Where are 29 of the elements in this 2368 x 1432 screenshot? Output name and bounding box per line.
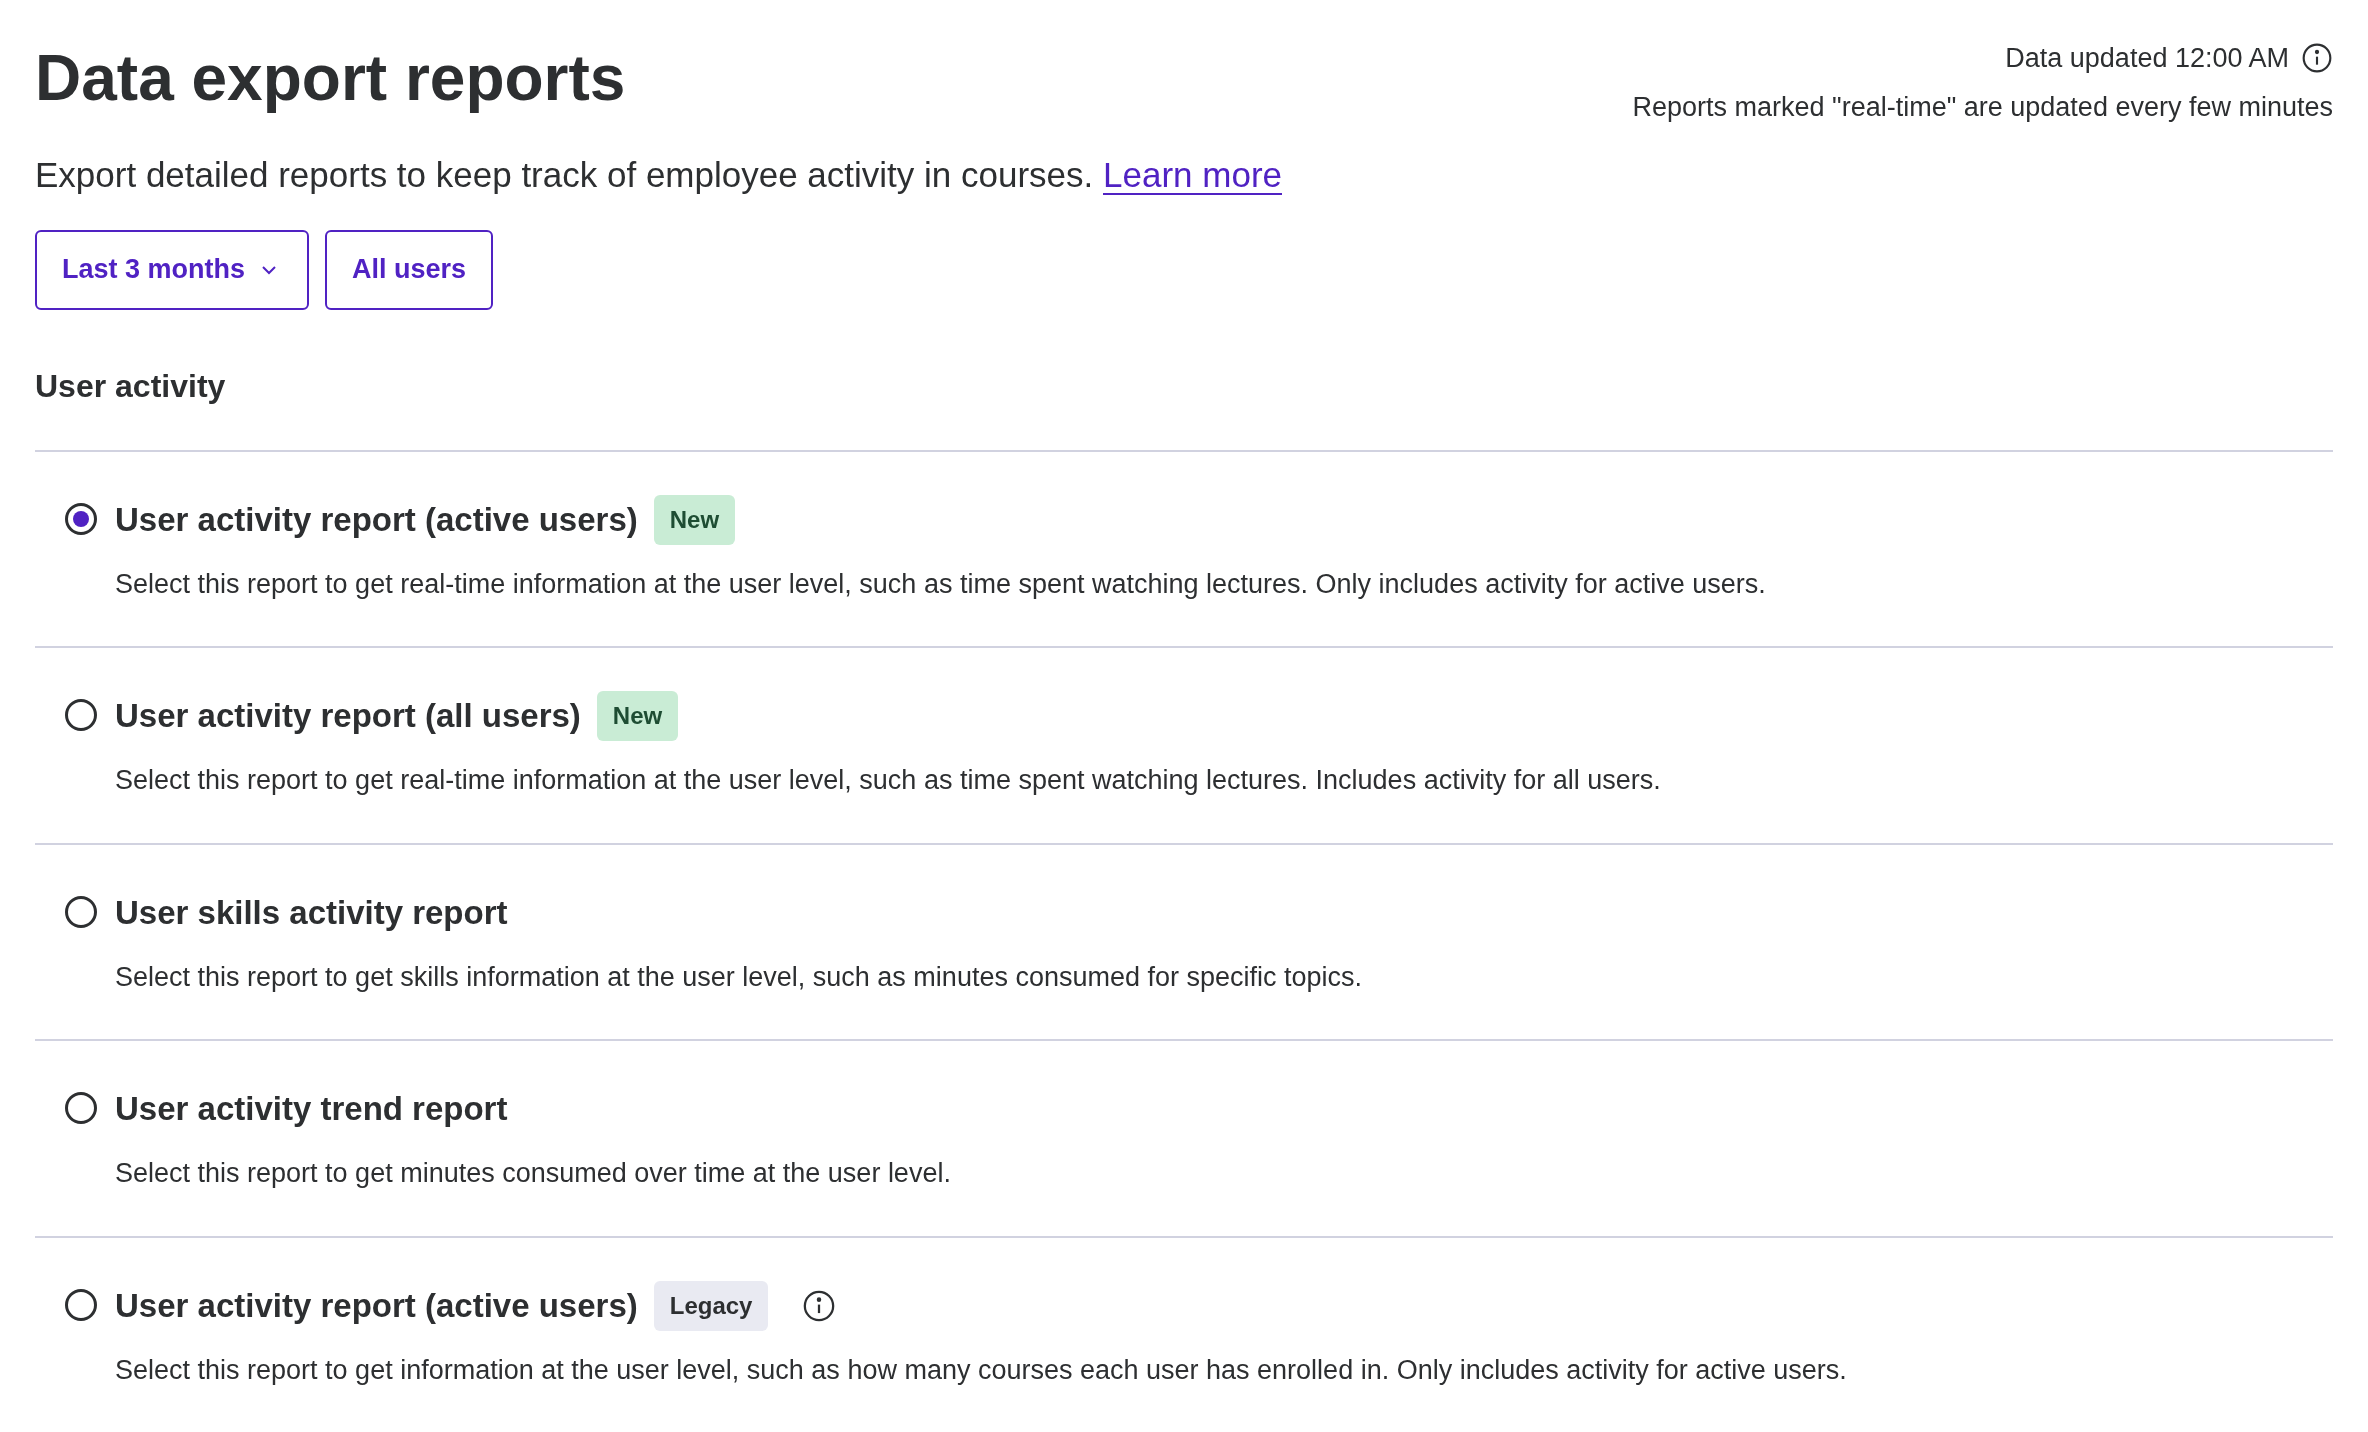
radio-button[interactable] xyxy=(65,895,97,928)
section-heading: User activity xyxy=(35,366,227,406)
report-description: Select this report to get real-time information at the user level, such as time spent watching lectures. Only includes activity for active users. xyxy=(115,567,1766,601)
intro-text: Export detailed reports to keep track of employee activity in courses. Learn more xyxy=(35,154,1283,196)
chevron-down-icon xyxy=(261,264,278,275)
report-title: User activity report (all users) xyxy=(115,696,581,737)
real-time-note: Reports marked "real-time" are updated every few minutes xyxy=(1632,90,2333,124)
learn-more-link[interactable]: Learn more xyxy=(1103,155,1282,194)
report-title: User activity report (active users) xyxy=(115,499,638,540)
report-title: User activity report (active users) xyxy=(115,1285,638,1326)
report-badge: New xyxy=(596,691,679,741)
info-icon[interactable] xyxy=(802,1288,837,1323)
page-title: Data export reports xyxy=(35,41,626,116)
radio-button[interactable] xyxy=(65,1288,97,1321)
report-description: Select this report to get skills information at the user level, such as minutes consumed for specific topics. xyxy=(115,960,1363,994)
report-badge: Legacy xyxy=(653,1280,769,1331)
info-icon[interactable] xyxy=(2301,42,2333,75)
report-description: Select this report to get minutes consumed over time at the user level. xyxy=(115,1157,951,1190)
users-filter-button[interactable]: All users xyxy=(325,229,494,310)
report-title: User skills activity report xyxy=(115,892,508,933)
date-range-dropdown[interactable]: Last 3 months xyxy=(35,229,310,310)
radio-button[interactable] xyxy=(65,1092,97,1124)
report-title: User activity trend report xyxy=(115,1089,508,1130)
radio-button[interactable] xyxy=(65,699,97,731)
radio-button[interactable] xyxy=(65,502,97,535)
report-badge: New xyxy=(653,494,736,545)
report-description: Select this report to get information at the user level, such as how many courses each user has enrolled in. Only includes activity for active users. xyxy=(115,1353,1847,1387)
data-updated-text: Data updated 12:00 AM xyxy=(2005,42,2289,75)
report-description: Select this report to get real-time information at the user level, such as time spent watching lectures. Includes activity for all users. xyxy=(115,764,1661,797)
